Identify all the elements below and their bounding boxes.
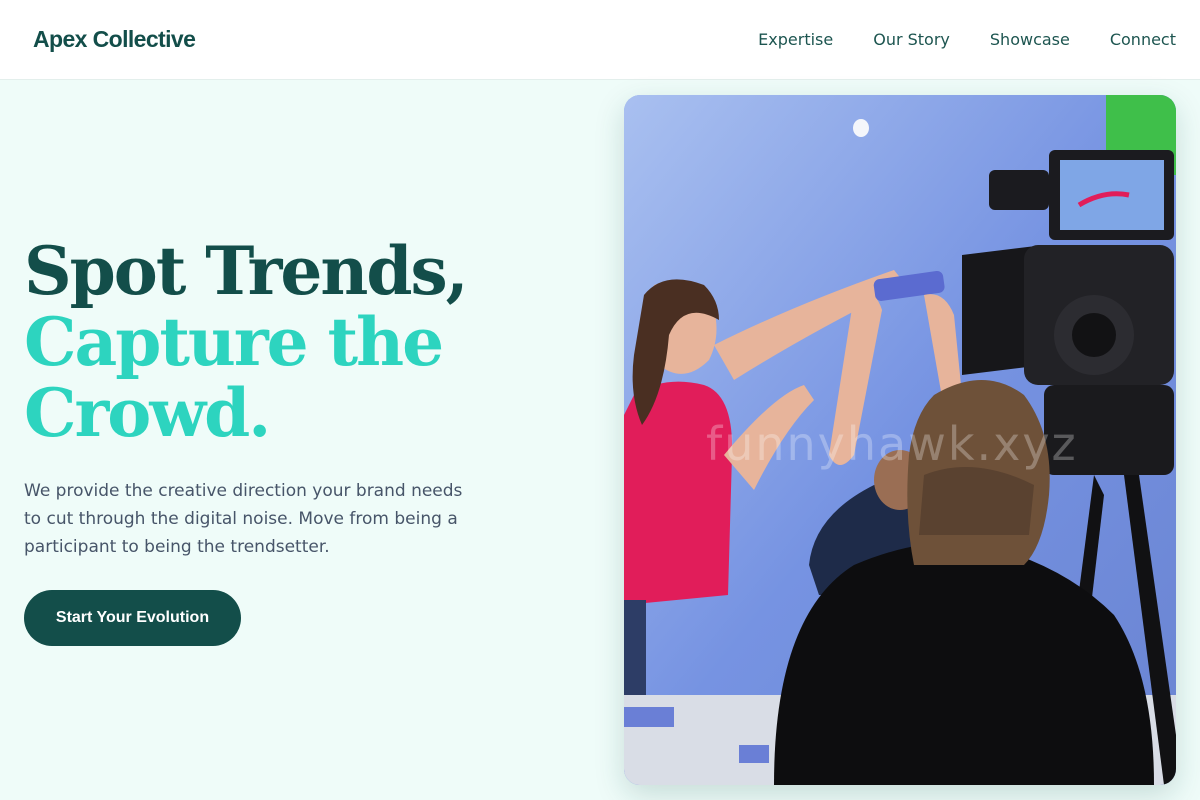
nav-link-our-story[interactable]: Our Story <box>873 30 950 49</box>
headline-line-1: Spot Trends, <box>24 232 469 310</box>
nav-link-showcase[interactable]: Showcase <box>990 30 1070 49</box>
nav-link-expertise[interactable]: Expertise <box>758 30 833 49</box>
brand-logo[interactable]: Apex Collective <box>33 26 196 53</box>
headline-line-3: Crowd. <box>24 374 271 452</box>
image-watermark: funnyhawk.xyz <box>706 417 1078 471</box>
nav-link-connect[interactable]: Connect <box>1110 30 1176 49</box>
hero-image: funnyhawk.xyz <box>624 95 1176 785</box>
site-header: Apex Collective Expertise Our Story Show… <box>0 0 1200 80</box>
hero-description: We provide the creative direction your b… <box>24 481 463 557</box>
headline-line-2: Capture the <box>24 303 444 381</box>
hero-headline: Spot Trends, Capture the Crowd. <box>24 236 494 449</box>
hero-content: Spot Trends, Capture the Crowd. We provi… <box>24 236 494 561</box>
main-nav: Expertise Our Story Showcase Connect <box>758 30 1176 49</box>
start-evolution-button[interactable]: Start Your Evolution <box>24 590 241 646</box>
